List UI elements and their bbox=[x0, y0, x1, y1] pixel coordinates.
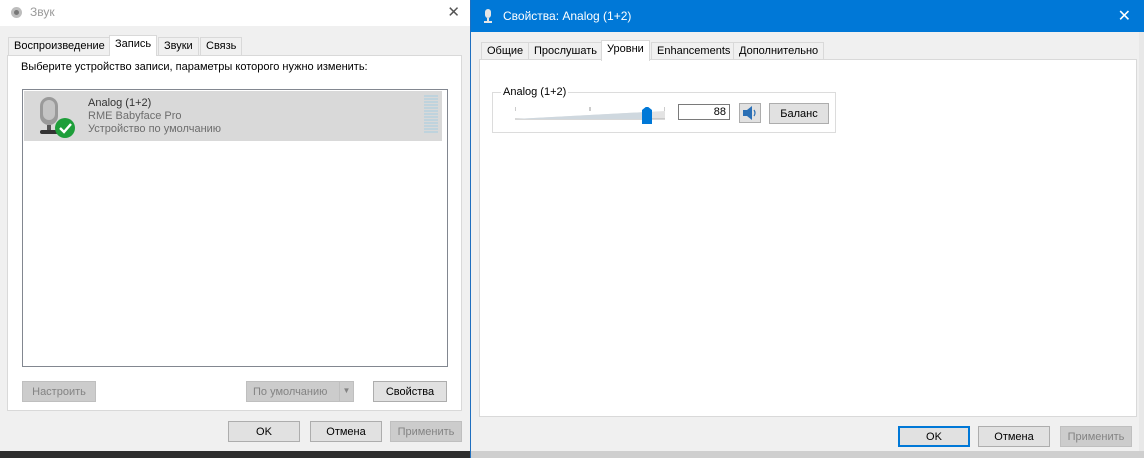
check-badge-icon bbox=[55, 118, 75, 138]
taskbar-strip bbox=[0, 451, 470, 458]
microphone-title-icon bbox=[483, 9, 496, 23]
tab-levels[interactable]: Уровни bbox=[601, 40, 650, 61]
chevron-down-icon[interactable]: ▼ bbox=[339, 382, 353, 401]
apply-button[interactable]: Применить bbox=[1060, 426, 1132, 447]
level-slider[interactable] bbox=[514, 106, 666, 124]
slider-thumb bbox=[642, 106, 652, 124]
recording-device-list[interactable]: Analog (1+2) RME Babyface Pro Устройство… bbox=[22, 89, 448, 367]
tab-advanced[interactable]: Дополнительно bbox=[733, 42, 825, 60]
level-meter bbox=[424, 95, 438, 135]
set-default-button[interactable]: По умолчанию ▼ bbox=[246, 381, 354, 402]
close-icon[interactable]: ✕ bbox=[1118, 6, 1131, 26]
mute-button[interactable] bbox=[739, 103, 761, 123]
tab-sounds[interactable]: Звуки bbox=[158, 37, 199, 55]
device-status: Устройство по умолчанию bbox=[88, 123, 222, 135]
levels-panel: Analog (1+2) 88 Баланс bbox=[479, 59, 1137, 417]
properties-window-title: Свойства: Analog (1+2) bbox=[503, 9, 632, 23]
set-default-label: По умолчанию bbox=[253, 386, 328, 398]
cancel-button[interactable]: Отмена bbox=[310, 421, 382, 442]
recording-panel: Выберите устройство записи, параметры ко… bbox=[7, 55, 462, 411]
sound-window-title: Звук bbox=[30, 5, 55, 19]
tab-general[interactable]: Общие bbox=[481, 42, 530, 60]
level-group-label: Analog (1+2) bbox=[501, 86, 569, 98]
cancel-button[interactable]: Отмена bbox=[978, 426, 1050, 447]
close-icon[interactable]: ✕ bbox=[447, 3, 460, 21]
properties-window: Свойства: Analog (1+2) ✕ Общие Прослушат… bbox=[470, 0, 1144, 458]
speaker-app-icon bbox=[10, 6, 23, 19]
properties-titlebar[interactable]: Свойства: Analog (1+2) ✕ bbox=[471, 0, 1144, 32]
list-item[interactable]: Analog (1+2) RME Babyface Pro Устройство… bbox=[24, 91, 442, 141]
tab-listen[interactable]: Прослушать bbox=[528, 42, 604, 60]
speaker-icon bbox=[743, 106, 756, 120]
tab-communications[interactable]: Связь bbox=[200, 37, 243, 55]
device-name: Analog (1+2) bbox=[88, 97, 152, 109]
level-group: Analog (1+2) 88 Баланс bbox=[492, 86, 836, 133]
ok-button[interactable]: OK bbox=[898, 426, 970, 447]
tab-playback[interactable]: Воспроизведение bbox=[8, 37, 111, 55]
device-model: RME Babyface Pro bbox=[88, 110, 182, 122]
properties-button[interactable]: Свойства bbox=[373, 381, 447, 402]
apply-button[interactable]: Применить bbox=[390, 421, 462, 442]
sound-titlebar[interactable]: Звук ✕ bbox=[0, 0, 470, 26]
microphone-icon bbox=[36, 95, 80, 139]
balance-button[interactable]: Баланс bbox=[769, 103, 829, 124]
instruction-text: Выберите устройство записи, параметры ко… bbox=[21, 61, 368, 73]
ok-button[interactable]: OK bbox=[228, 421, 300, 442]
tab-enhancements[interactable]: Enhancements bbox=[651, 42, 737, 60]
configure-button[interactable]: Настроить bbox=[22, 381, 96, 402]
sound-window: Звук ✕ Воспроизведение Запись Звуки Связ… bbox=[0, 0, 470, 458]
taskbar-strip bbox=[471, 451, 1144, 458]
level-value-field[interactable]: 88 bbox=[678, 104, 730, 120]
scrollbar[interactable] bbox=[1139, 32, 1144, 451]
tab-recording[interactable]: Запись bbox=[109, 35, 158, 56]
